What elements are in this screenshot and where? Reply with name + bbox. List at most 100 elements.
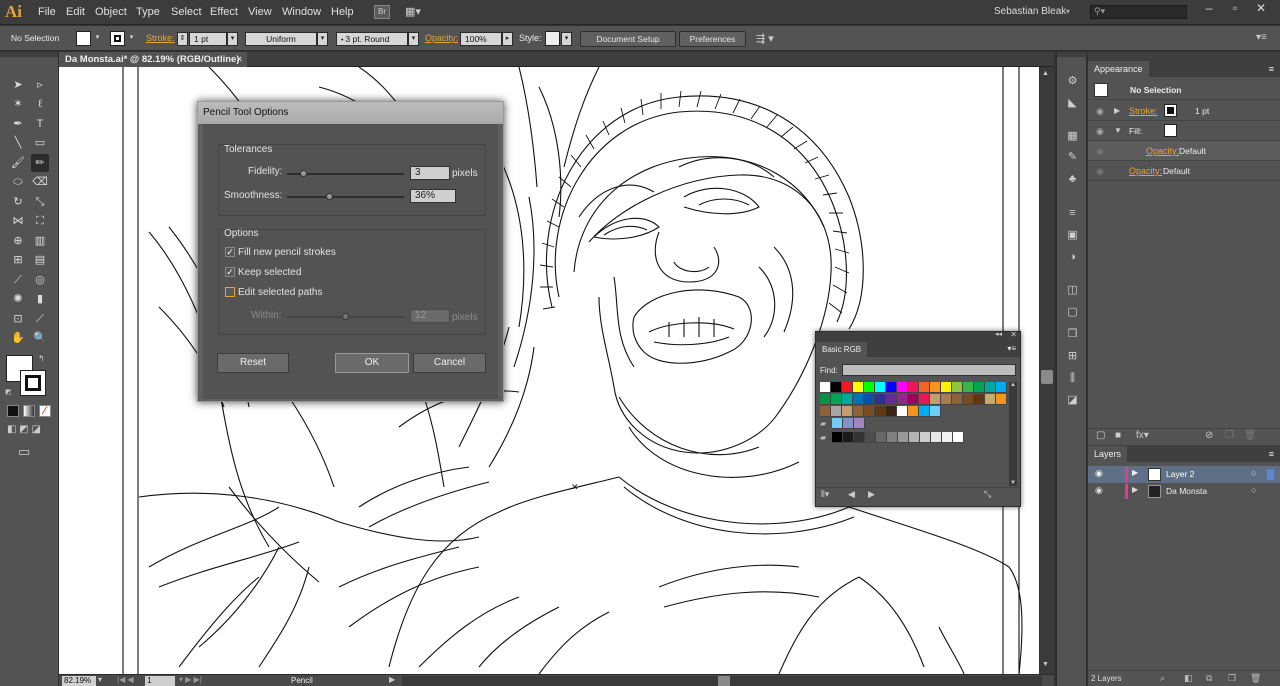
next-library-icon[interactable]: ▶: [868, 489, 875, 500]
color-swatch[interactable]: [886, 394, 897, 405]
fill-opacity-label[interactable]: Opacity:: [1146, 141, 1179, 161]
color-swatch[interactable]: [942, 432, 953, 443]
pathfinder-icon[interactable]: ◪: [1065, 394, 1080, 407]
color-swatch[interactable]: [832, 418, 843, 429]
stroke-expand-icon[interactable]: ▶: [1114, 101, 1120, 121]
color-swatch[interactable]: [843, 418, 854, 429]
layer-row-layer2[interactable]: ◉ ▶ Layer 2 ○: [1088, 466, 1280, 483]
color-swatch[interactable]: [843, 432, 854, 443]
color-swatch[interactable]: [941, 394, 952, 405]
brush-dropdown[interactable]: ▾: [408, 32, 419, 46]
arrange-documents-icon[interactable]: ▦▾: [405, 5, 429, 19]
layer2-name[interactable]: Layer 2: [1166, 469, 1194, 479]
panel-menu-icon[interactable]: ▾≡: [1256, 32, 1267, 43]
brushes-icon[interactable]: ✎: [1065, 151, 1080, 164]
menu-help[interactable]: Help: [331, 6, 354, 18]
eyedropper-tool-icon[interactable]: ⟋: [9, 271, 27, 289]
fill-dropdown-icon[interactable]: ▾: [92, 32, 103, 46]
gradient-tool-icon[interactable]: ▤: [31, 251, 49, 269]
artboard-number-field[interactable]: 1: [145, 676, 175, 686]
status-arrow-icon[interactable]: ▶: [389, 675, 395, 684]
opacity-visibility-icon[interactable]: ◉: [1096, 161, 1104, 181]
blob-brush-tool-icon[interactable]: ⬭: [9, 173, 27, 191]
color-mode-icon[interactable]: [7, 405, 19, 417]
edit-selected-paths-label[interactable]: Edit selected paths: [238, 287, 323, 298]
color-swatch[interactable]: [842, 394, 853, 405]
collapse-panel-icon[interactable]: ◂◂: [995, 330, 1002, 338]
da-monsta-expand-icon[interactable]: ▶: [1132, 485, 1138, 494]
color-swatch[interactable]: [853, 406, 864, 417]
menu-select[interactable]: Select: [171, 6, 202, 18]
appearance-stroke-row[interactable]: ◉ ▶ Stroke: 1 pt: [1088, 101, 1280, 121]
color-swatch[interactable]: [853, 382, 864, 393]
stroke-weight-dropdown[interactable]: ▾: [227, 32, 238, 46]
opacity-dropdown[interactable]: ▸: [502, 32, 513, 46]
none-mode-icon[interactable]: ⁄: [39, 405, 51, 417]
vertical-scroll-thumb[interactable]: [1041, 370, 1053, 384]
brush-definition[interactable]: • 3 pt. Round: [336, 32, 408, 46]
color-swatch[interactable]: [875, 394, 886, 405]
fill-visibility-icon[interactable]: ◉: [1096, 121, 1104, 141]
color-swatch[interactable]: [854, 432, 865, 443]
stroke-swatch[interactable]: [110, 31, 125, 46]
da-monsta-target-icon[interactable]: ○: [1251, 485, 1256, 495]
drawing-modes-icon[interactable]: ◧ ◩ ◪: [7, 424, 51, 438]
appearance-stroke-label[interactable]: Stroke:: [1129, 101, 1158, 121]
add-stroke-icon[interactable]: ▢: [1096, 430, 1105, 441]
new-layer-icon[interactable]: ❐: [1228, 673, 1236, 684]
edit-selected-paths-checkbox[interactable]: [225, 287, 235, 297]
color-swatch[interactable]: [865, 432, 876, 443]
color-swatch[interactable]: [963, 382, 974, 393]
align-icon[interactable]: ⫼: [1065, 372, 1080, 385]
layer2-selection-indicator[interactable]: [1267, 469, 1274, 480]
color-panel-icon[interactable]: ◣: [1065, 97, 1080, 110]
eraser-tool-icon[interactable]: ⌫: [31, 173, 49, 191]
hand-tool-icon[interactable]: ✋: [9, 329, 27, 347]
color-swatch[interactable]: [930, 394, 941, 405]
color-swatch[interactable]: [985, 382, 996, 393]
document-tab[interactable]: Da Monsta.ai* @ 82.19% (RGB/Outline) ×: [59, 52, 247, 67]
default-colors-icon[interactable]: ◩: [5, 388, 12, 396]
appearance-menu-icon[interactable]: ≡: [1269, 61, 1274, 77]
color-swatch[interactable]: [897, 394, 908, 405]
gradient-panel-icon[interactable]: ▣: [1065, 229, 1080, 242]
user-dropdown-icon[interactable]: ▾: [1066, 7, 1070, 16]
menu-effect[interactable]: Effect: [210, 6, 238, 18]
color-swatch[interactable]: [931, 432, 942, 443]
color-swatch[interactable]: [974, 382, 985, 393]
color-swatch[interactable]: [876, 432, 887, 443]
color-swatch[interactable]: [909, 432, 920, 443]
smoothness-input[interactable]: 36%: [410, 189, 456, 203]
width-tool-icon[interactable]: ⋈: [9, 212, 27, 230]
da-monsta-visibility-icon[interactable]: ◉: [1095, 485, 1103, 496]
color-swatch[interactable]: [908, 382, 919, 393]
add-effect-icon[interactable]: fx▾: [1136, 430, 1149, 441]
add-fill-icon[interactable]: ■: [1115, 430, 1121, 441]
color-swatch[interactable]: [974, 394, 985, 405]
stroke-dropdown-icon[interactable]: ▾: [126, 32, 137, 46]
color-swatch[interactable]: [864, 406, 875, 417]
bridge-icon[interactable]: Br: [374, 5, 390, 19]
reset-button[interactable]: Reset: [217, 353, 289, 373]
swap-colors-icon[interactable]: ↰: [38, 354, 45, 363]
artboard-tool-icon[interactable]: ⊡: [9, 310, 27, 328]
maximize-button[interactable]: ▫: [1222, 0, 1248, 18]
color-swatch[interactable]: [919, 382, 930, 393]
profile-dropdown[interactable]: ▾: [317, 32, 328, 46]
stroke-weight-field[interactable]: 1 pt: [189, 32, 227, 46]
opacity-label[interactable]: Opacity:: [425, 33, 458, 43]
appearance-fill-opacity-row[interactable]: ◉ Opacity: Default: [1088, 141, 1280, 161]
keep-selected-checkbox[interactable]: ✓: [225, 267, 235, 277]
swatch-scroll-down-icon[interactable]: ▼: [1010, 480, 1016, 486]
pen-tool-icon[interactable]: ✒: [9, 115, 27, 133]
cancel-button[interactable]: Cancel: [413, 353, 486, 373]
color-swatch[interactable]: [842, 406, 853, 417]
scroll-up-icon[interactable]: ▲: [1042, 70, 1049, 77]
variable-width-profile[interactable]: Uniform: [245, 32, 317, 46]
first-artboard-icon[interactable]: |◀ ◀: [117, 675, 134, 684]
object-opacity-label[interactable]: Opacity:: [1129, 161, 1162, 181]
fill-new-strokes-label[interactable]: Fill new pencil strokes: [238, 247, 336, 258]
minimize-button[interactable]: –: [1196, 0, 1222, 18]
delete-layer-icon[interactable]: 🗑: [1250, 673, 1261, 684]
menu-edit[interactable]: Edit: [66, 6, 85, 18]
